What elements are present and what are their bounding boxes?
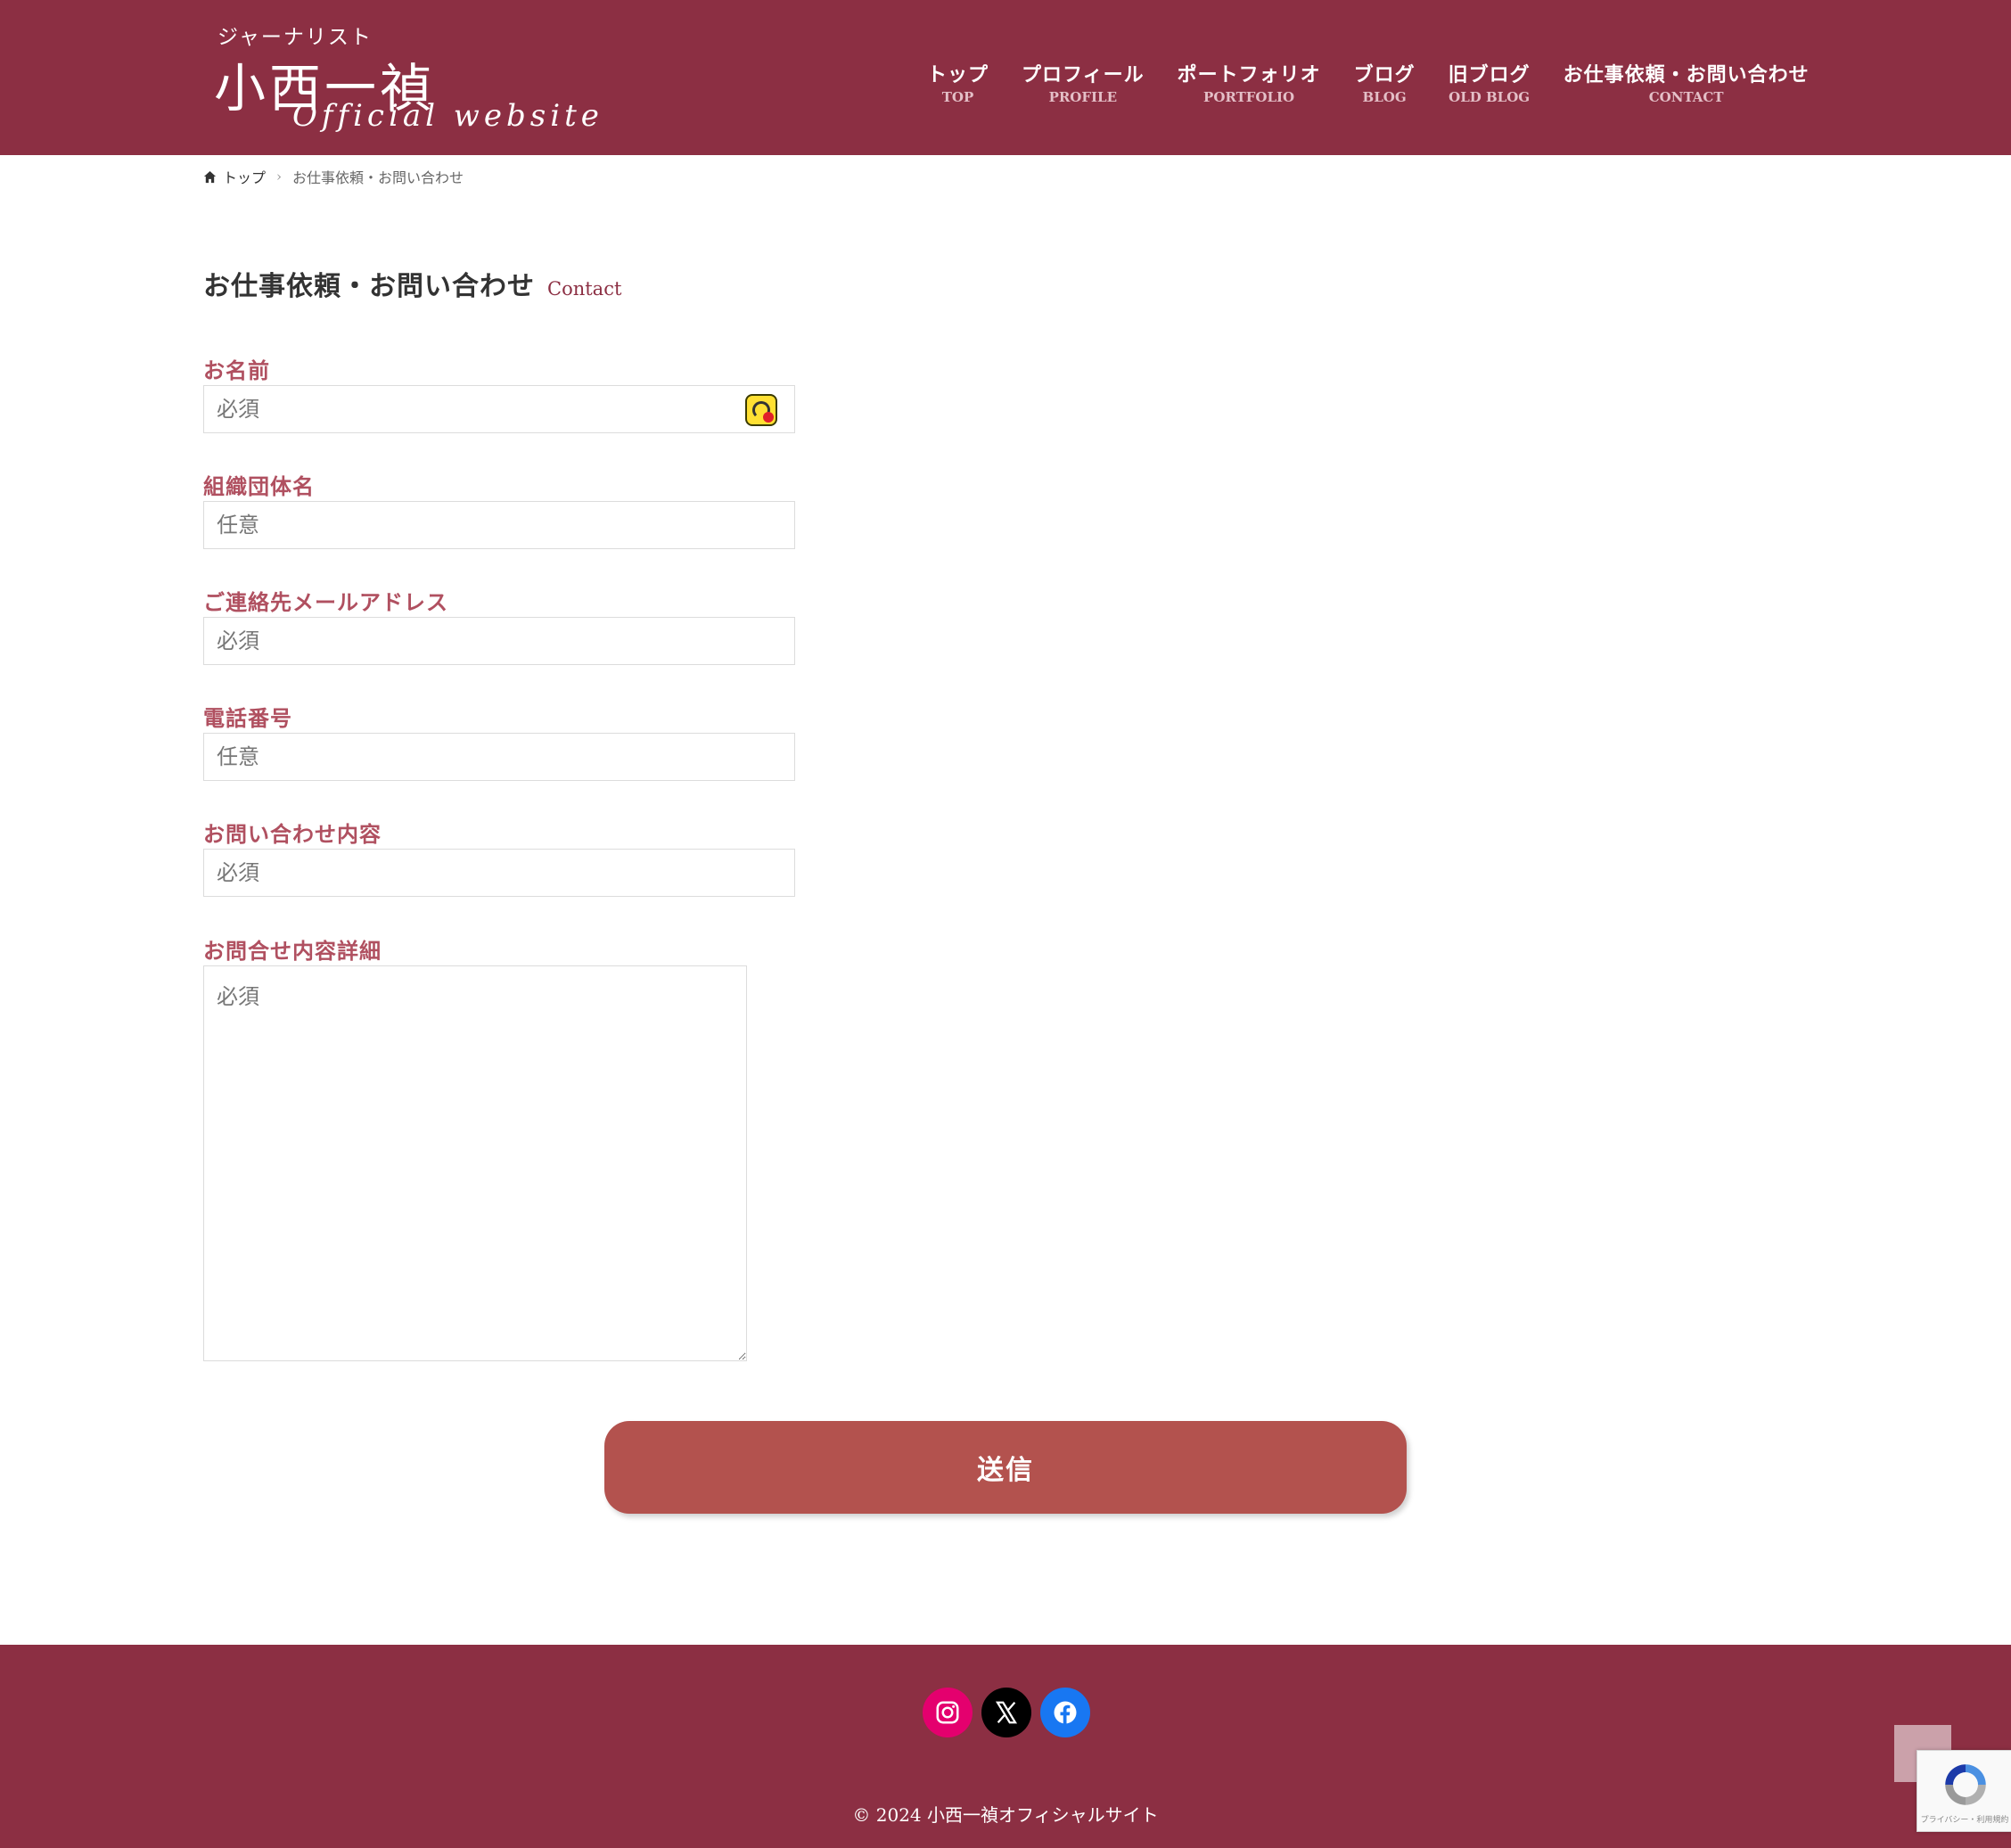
page-title-text: お仕事依頼・お問い合わせ [203,271,535,302]
logo-subtitle: ジャーナリスト [218,26,373,49]
facebook-icon[interactable] [1040,1688,1090,1737]
name-input[interactable] [203,385,795,433]
inquiry-detail-label: お問合せ内容詳細 [203,938,382,964]
phone-label: 電話番号 [203,705,292,731]
instagram-icon[interactable] [923,1688,973,1737]
autofill-icon[interactable] [745,394,777,426]
organization-input[interactable] [203,501,795,549]
nav-sublabel: PROFILE [1048,89,1118,105]
copyright-text: © 2024 小西一禎オフィシャルサイト [852,1804,1159,1826]
nav-sublabel: TOP [941,89,974,105]
submit-button[interactable]: 送信 [604,1421,1407,1514]
nav-sublabel: OLD BLOG [1449,89,1531,105]
nav-label: プロフィール [1022,63,1145,86]
page-title-en: Contact [547,278,622,300]
breadcrumb-current: お仕事依頼・お問い合わせ [292,169,464,186]
nav-item-profile[interactable]: プロフィール PROFILE [1022,59,1145,105]
email-input[interactable] [203,617,795,665]
nav-label: お仕事依頼・お問い合わせ [1563,63,1810,86]
page-title: お仕事依頼・お問い合わせ Contact [203,264,621,303]
nav-item-blog[interactable]: ブログ BLOG [1354,59,1416,105]
name-label: お名前 [203,357,270,383]
logo-tagline: Official website [292,98,603,134]
breadcrumb-home-link[interactable]: トップ [223,166,266,187]
nav-label: 旧ブログ [1448,63,1531,86]
inquiry-subject-input[interactable] [203,849,795,897]
nav-item-contact[interactable]: お仕事依頼・お問い合わせ CONTACT [1564,59,1810,105]
nav-sublabel: PORTFOLIO [1203,89,1295,105]
nav-label: ポートフォリオ [1177,63,1321,86]
inquiry-subject-label: お問い合わせ内容 [203,821,382,847]
site-footer: © 2024 小西一禎オフィシャルサイト [0,1645,2011,1848]
recaptcha-terms[interactable]: プライバシー・利用規約 [1917,1813,2011,1825]
phone-input[interactable] [203,733,795,781]
home-icon [203,170,217,183]
organization-label: 組織団体名 [203,473,315,499]
nav-item-portfolio[interactable]: ポートフォリオ PORTFOLIO [1178,59,1321,105]
recaptcha-badge[interactable]: プライバシー・利用規約 [1917,1750,2011,1832]
email-label: ご連絡先メールアドレス [203,589,448,615]
x-icon[interactable] [981,1688,1031,1737]
breadcrumb: トップ › お仕事依頼・お問い合わせ [203,166,464,187]
nav-sublabel: BLOG [1362,89,1407,105]
nav-sublabel: CONTACT [1648,89,1724,105]
chevron-right-icon: › [276,168,283,185]
site-header: ジャーナリスト 小西一禎 Official website トップ TOP プロ… [0,0,2011,155]
main-nav: トップ TOP プロフィール PROFILE ポートフォリオ PORTFOLIO… [927,59,1810,105]
nav-label: トップ [927,63,989,86]
social-links [923,1688,1099,1737]
nav-item-top[interactable]: トップ TOP [927,59,989,105]
inquiry-detail-textarea[interactable] [203,965,747,1361]
nav-label: ブログ [1353,63,1416,86]
nav-item-old-blog[interactable]: 旧ブログ OLD BLOG [1449,59,1531,105]
recaptcha-icon [1945,1764,1986,1805]
